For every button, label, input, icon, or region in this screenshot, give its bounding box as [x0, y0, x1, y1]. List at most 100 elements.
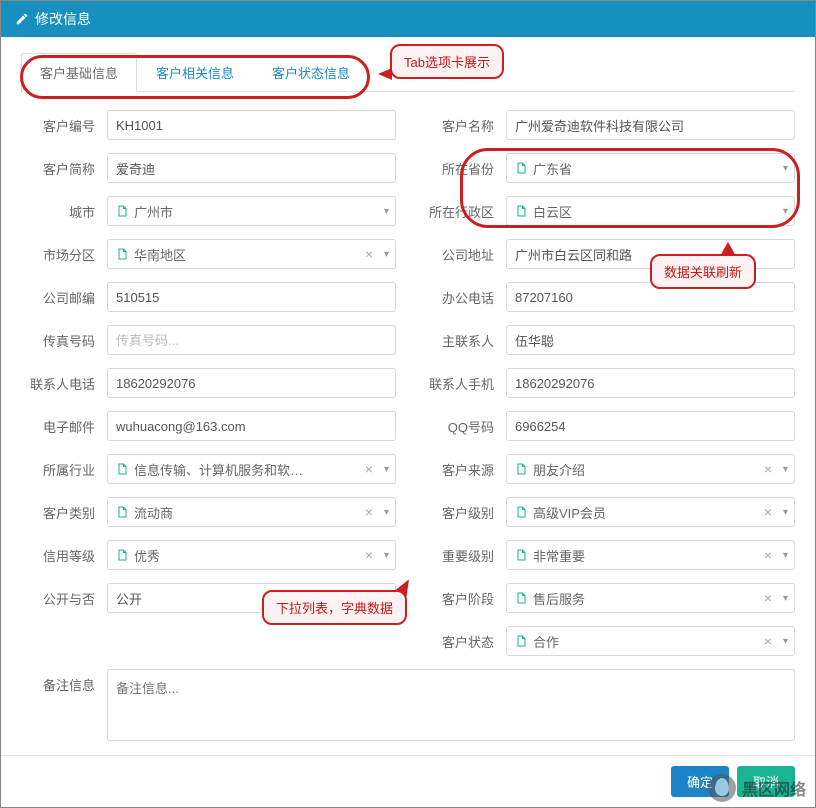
chevron-down-icon: ▾ — [384, 507, 389, 518]
label-email: 电子邮件 — [21, 417, 107, 436]
fax-input[interactable] — [107, 325, 396, 355]
label-customer-no: 客户编号 — [21, 116, 107, 135]
short-name-input[interactable] — [107, 153, 396, 183]
label-status: 客户状态 — [420, 632, 506, 651]
chevron-down-icon: ▾ — [783, 636, 788, 647]
district-value: 白云区 — [533, 202, 770, 221]
chevron-down-icon: ▾ — [384, 464, 389, 475]
dialog-footer: 确定 取消 — [1, 755, 815, 807]
chevron-down-icon: ▾ — [783, 550, 788, 561]
city-value: 广州市 — [134, 202, 371, 221]
clear-icon[interactable]: × — [764, 547, 772, 563]
label-region: 市场分区 — [21, 245, 107, 264]
label-contact-mobile: 联系人手机 — [420, 374, 506, 393]
tab-status-info[interactable]: 客户状态信息 — [253, 53, 369, 91]
chevron-down-icon: ▾ — [384, 249, 389, 260]
contact-input[interactable] — [506, 325, 795, 355]
clear-icon[interactable]: × — [365, 504, 373, 520]
document-icon — [515, 505, 527, 519]
label-level: 客户级别 — [420, 503, 506, 522]
status-value: 合作 — [533, 632, 770, 651]
label-qq: QQ号码 — [420, 417, 506, 436]
label-district: 所在行政区 — [420, 202, 506, 221]
label-zip: 公司邮编 — [21, 288, 107, 307]
category-value: 流动商 — [134, 503, 371, 522]
label-contact: 主联系人 — [420, 331, 506, 350]
document-icon — [116, 505, 128, 519]
stage-value: 售后服务 — [533, 589, 770, 608]
tab-basic-info[interactable]: 客户基础信息 — [21, 53, 137, 92]
document-icon — [116, 247, 128, 261]
document-icon — [515, 161, 527, 175]
label-importance: 重要级别 — [420, 546, 506, 565]
pencil-icon — [15, 12, 29, 26]
district-select[interactable]: 白云区 ▾ — [506, 196, 795, 226]
clear-icon[interactable]: × — [365, 461, 373, 477]
clear-icon[interactable]: × — [764, 590, 772, 606]
label-industry: 所属行业 — [21, 460, 107, 479]
label-source: 客户来源 — [420, 460, 506, 479]
chevron-down-icon: ▾ — [783, 163, 788, 174]
province-select[interactable]: 广东省 ▾ — [506, 153, 795, 183]
region-select[interactable]: 华南地区 × ▾ — [107, 239, 396, 269]
label-customer-name: 客户名称 — [420, 116, 506, 135]
city-select[interactable]: 广州市 ▾ — [107, 196, 396, 226]
category-select[interactable]: 流动商 × ▾ — [107, 497, 396, 527]
chevron-down-icon: ▾ — [384, 550, 389, 561]
stage-select[interactable]: 售后服务 × ▾ — [506, 583, 795, 613]
source-value: 朋友介绍 — [533, 460, 770, 479]
label-stage: 客户阶段 — [420, 589, 506, 608]
email-input[interactable] — [107, 411, 396, 441]
clear-icon[interactable]: × — [764, 461, 772, 477]
label-address: 公司地址 — [420, 245, 506, 264]
remark-textarea[interactable] — [107, 669, 795, 741]
clear-icon[interactable]: × — [365, 547, 373, 563]
level-value: 高级VIP会员 — [533, 503, 770, 522]
province-value: 广东省 — [533, 159, 770, 178]
label-category: 客户类别 — [21, 503, 107, 522]
region-value: 华南地区 — [134, 245, 371, 264]
chevron-down-icon: ▾ — [783, 593, 788, 604]
label-remark: 备注信息 — [21, 669, 107, 694]
label-short-name: 客户简称 — [21, 159, 107, 178]
qq-input[interactable] — [506, 411, 795, 441]
zip-input[interactable] — [107, 282, 396, 312]
cancel-button[interactable]: 取消 — [737, 766, 795, 797]
document-icon — [116, 462, 128, 476]
clear-icon[interactable]: × — [764, 504, 772, 520]
contact-mobile-input[interactable] — [506, 368, 795, 398]
industry-value: 信息传输、计算机服务和软… — [134, 460, 371, 479]
clear-icon[interactable]: × — [764, 633, 772, 649]
document-icon — [515, 591, 527, 605]
status-select[interactable]: 合作 × ▾ — [506, 626, 795, 656]
document-icon — [515, 548, 527, 562]
document-icon — [515, 634, 527, 648]
label-credit: 信用等级 — [21, 546, 107, 565]
contact-tel-input[interactable] — [107, 368, 396, 398]
document-icon — [116, 548, 128, 562]
level-select[interactable]: 高级VIP会员 × ▾ — [506, 497, 795, 527]
importance-select[interactable]: 非常重要 × ▾ — [506, 540, 795, 570]
clear-icon[interactable]: × — [365, 246, 373, 262]
annotation-dropdown: 下拉列表，字典数据 — [262, 590, 407, 625]
industry-select[interactable]: 信息传输、计算机服务和软… × ▾ — [107, 454, 396, 484]
chevron-down-icon: ▾ — [783, 507, 788, 518]
importance-value: 非常重要 — [533, 546, 770, 565]
document-icon — [116, 204, 128, 218]
customer-no-input[interactable] — [107, 110, 396, 140]
chevron-down-icon: ▾ — [783, 206, 788, 217]
ok-button[interactable]: 确定 — [671, 766, 729, 797]
dialog-title: 修改信息 — [35, 9, 91, 29]
tab-related-info[interactable]: 客户相关信息 — [137, 53, 253, 91]
credit-select[interactable]: 优秀 × ▾ — [107, 540, 396, 570]
chevron-down-icon: ▾ — [384, 206, 389, 217]
annotation-linked: 数据关联刷新 — [650, 254, 756, 289]
label-province: 所在省份 — [420, 159, 506, 178]
source-select[interactable]: 朋友介绍 × ▾ — [506, 454, 795, 484]
label-fax: 传真号码 — [21, 331, 107, 350]
document-icon — [515, 204, 527, 218]
credit-value: 优秀 — [134, 546, 371, 565]
chevron-down-icon: ▾ — [783, 464, 788, 475]
dialog-title-bar: 修改信息 — [1, 1, 815, 37]
customer-name-input[interactable] — [506, 110, 795, 140]
